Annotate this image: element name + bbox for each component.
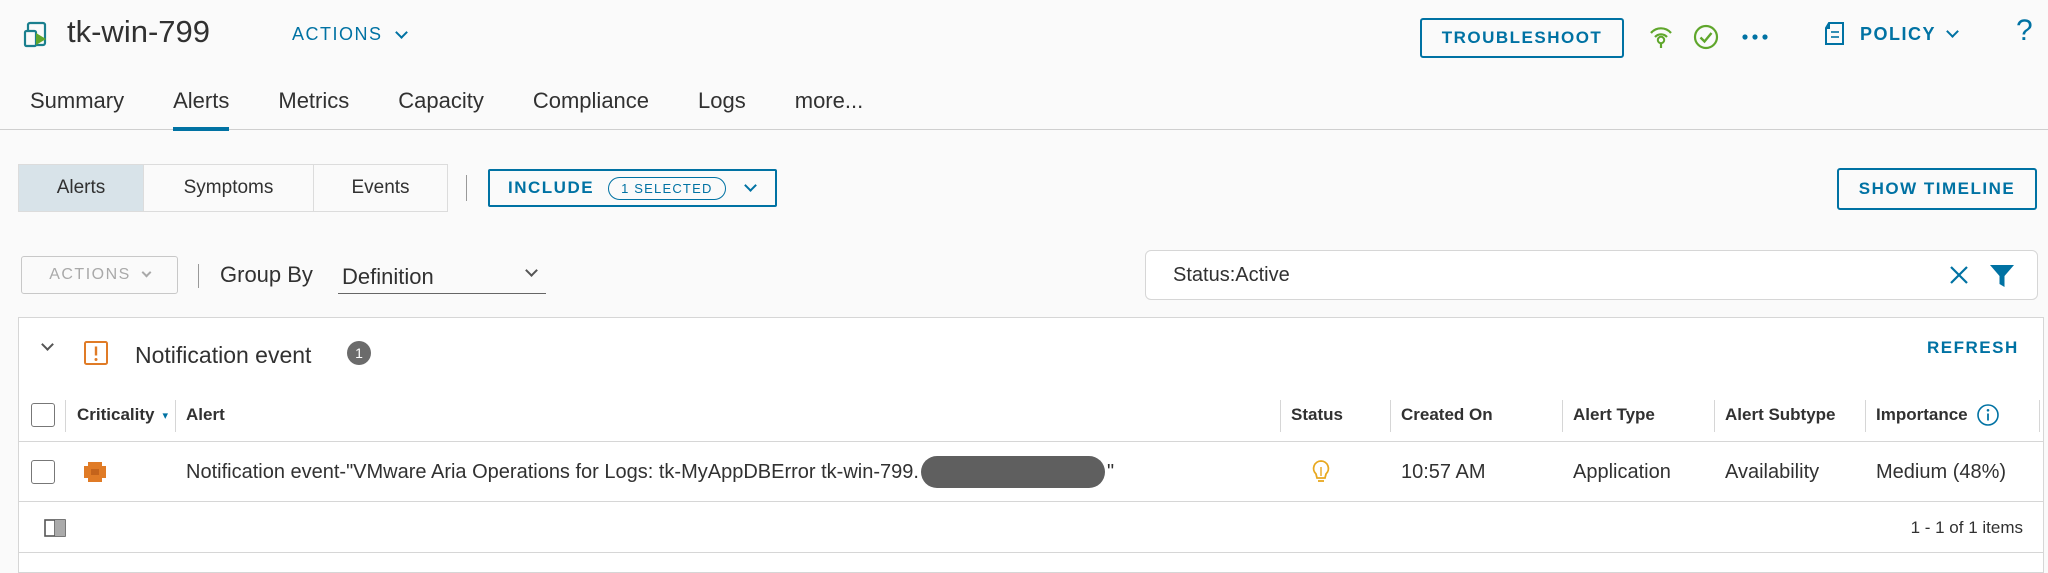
header-actions-label: ACTIONS	[292, 24, 383, 44]
column-header-criticality[interactable]: Criticality ▾	[77, 388, 168, 442]
alert-actions-label: ACTIONS	[49, 266, 131, 283]
chevron-down-icon	[394, 25, 408, 39]
refresh-button[interactable]: REFRESH	[1927, 338, 2019, 358]
segment-alerts[interactable]: Alerts	[19, 165, 144, 211]
alert-name-end: "	[1106, 460, 1115, 483]
segment-symptoms[interactable]: Symptoms	[144, 165, 314, 211]
header-actions-menu[interactable]: ACTIONS	[292, 24, 408, 45]
criticality-immediate-icon	[84, 462, 106, 482]
group-by-value: Definition	[342, 264, 434, 289]
segment-events[interactable]: Events	[314, 165, 447, 211]
table-header: Criticality ▾ Alert Status Created On Al…	[19, 388, 2043, 442]
alert-name: Notification event-"VMware Aria Operatio…	[186, 460, 919, 483]
policy-document-icon	[1825, 22, 1844, 45]
alert-actions-button[interactable]: ACTIONS	[21, 256, 178, 294]
group-by-select[interactable]: Definition	[338, 258, 546, 294]
column-divider	[175, 400, 176, 432]
tab-summary[interactable]: Summary	[30, 88, 124, 130]
group-count-badge: 1	[347, 341, 371, 365]
alerts-datagrid: Notification event 1 REFRESH Criticality…	[18, 317, 2044, 573]
object-title: tk-win-799	[67, 14, 210, 49]
tab-capacity[interactable]: Capacity	[398, 88, 484, 130]
filter-value: Status:Active	[1173, 264, 1290, 286]
select-all-checkbox[interactable]	[31, 403, 55, 427]
object-tabs: Summary Alerts Metrics Capacity Complian…	[30, 88, 912, 131]
filter-input[interactable]: Status:Active	[1145, 250, 2038, 300]
column-divider	[2039, 400, 2040, 432]
clear-filter-icon[interactable]	[1946, 262, 1972, 288]
alert-subtype-cell: Availability	[1725, 460, 1820, 483]
lightbulb-icon	[1312, 460, 1330, 482]
criticality-cell	[82, 442, 108, 502]
importance-cell: Medium (48%)	[1876, 460, 2007, 483]
object-header: tk-win-799 ACTIONS TROUBLESHOOT POLICY ?…	[0, 0, 2048, 131]
group-collapse-icon[interactable]	[41, 338, 54, 351]
column-header-alert-type[interactable]: Alert Type	[1573, 388, 1655, 442]
column-header-status[interactable]: Status	[1291, 388, 1343, 442]
row-select-checkbox[interactable]	[31, 460, 55, 484]
column-divider	[1714, 400, 1715, 432]
column-divider	[1280, 400, 1281, 432]
column-divider	[1865, 400, 1866, 432]
help-icon[interactable]: ?	[2016, 14, 2033, 48]
column-divider	[1390, 400, 1391, 432]
chevron-down-icon	[743, 179, 757, 192]
pagination-summary: 1 - 1 of 1 items	[1910, 518, 2023, 537]
alerts-view-segmented-control: Alerts Symptoms Events	[18, 164, 448, 212]
created-on-cell: 10:57 AM	[1401, 460, 1486, 483]
status-cell	[1311, 442, 1331, 502]
info-icon[interactable]	[1976, 403, 2000, 427]
troubleshoot-button[interactable]: TROUBLESHOOT	[1420, 18, 1624, 58]
toolbar-divider	[466, 175, 467, 201]
chevron-down-icon	[525, 264, 538, 277]
health-ok-icon[interactable]	[1691, 22, 1721, 52]
chevron-down-icon	[141, 267, 152, 278]
toolbar-divider	[198, 264, 199, 288]
tab-compliance[interactable]: Compliance	[533, 88, 649, 130]
column-divider	[65, 400, 66, 432]
table-row[interactable]: Notification event-"VMware Aria Operatio…	[19, 442, 2043, 502]
alert-definition-icon	[84, 341, 108, 365]
include-filter-dropdown[interactable]: INCLUDE 1 SELECTED	[488, 169, 777, 207]
tab-logs[interactable]: Logs	[698, 88, 746, 130]
column-header-importance[interactable]: Importance	[1876, 388, 2000, 442]
group-by-label: Group By	[220, 262, 313, 287]
filter-funnel-icon[interactable]	[1988, 262, 2016, 290]
column-header-created-on[interactable]: Created On	[1401, 388, 1493, 442]
column-header-alert-subtype[interactable]: Alert Subtype	[1725, 388, 1836, 442]
collector-status-icon[interactable]	[1646, 22, 1676, 52]
selected-count-badge: 1 SELECTED	[608, 176, 726, 200]
show-timeline-button[interactable]: SHOW TIMELINE	[1837, 168, 2037, 210]
alert-type-cell: Application	[1573, 460, 1671, 483]
alert-cell[interactable]: Notification event-"VMware Aria Operatio…	[186, 442, 1114, 502]
tab-more[interactable]: more...	[795, 88, 863, 130]
column-toggle-icon[interactable]	[44, 519, 66, 537]
policy-label: POLICY	[1860, 23, 1937, 44]
column-label: Criticality	[77, 405, 155, 424]
column-label: Importance	[1876, 405, 1968, 424]
include-label: INCLUDE	[508, 178, 595, 197]
group-title: Notification event	[135, 342, 312, 368]
policy-menu[interactable]: POLICY	[1822, 20, 1959, 48]
more-options-icon[interactable]	[1740, 22, 1770, 52]
column-header-alert[interactable]: Alert	[186, 388, 225, 442]
vm-icon	[23, 21, 47, 48]
sort-descending-icon: ▾	[162, 409, 169, 422]
redacted-text	[920, 456, 1105, 488]
tab-alerts[interactable]: Alerts	[173, 88, 230, 131]
tab-metrics[interactable]: Metrics	[278, 88, 349, 130]
table-footer: 1 - 1 of 1 items	[19, 503, 2043, 553]
column-divider	[1562, 400, 1563, 432]
chevron-down-icon	[1946, 25, 1959, 38]
